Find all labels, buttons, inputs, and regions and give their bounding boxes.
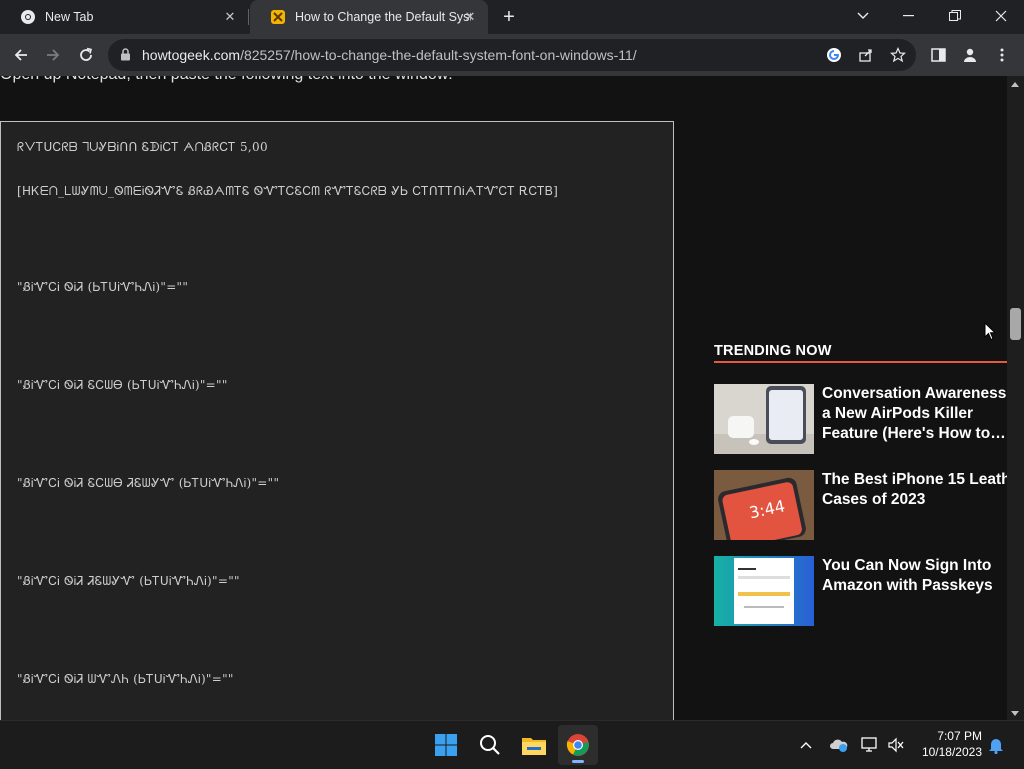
airpods-thumbnail[interactable]: [714, 384, 814, 454]
url-host: howtogeek.com: [142, 47, 241, 63]
chrome-icon: [566, 734, 589, 756]
share-icon: [859, 49, 872, 62]
close-icon: [995, 10, 1007, 22]
minimize-button[interactable]: [886, 0, 932, 32]
trending-heading: TRENDING NOW: [714, 343, 832, 359]
side-panel-button[interactable]: [925, 42, 951, 68]
search-icon: [480, 735, 500, 755]
google-icon: [827, 48, 841, 62]
file-explorer-button[interactable]: [514, 725, 554, 765]
code-line: "ᏰᎥᏉᏟᎥ ᏫᎥᏘ ᏋᏟᗯᎾ (ᏏᎢᑌᎥᏉᏂᏁᎥ)"="": [17, 378, 228, 392]
arrow-left-icon: [14, 49, 27, 61]
lock-icon[interactable]: [120, 48, 131, 61]
trending-article[interactable]: Conversation Awareness I a New AirPods K…: [714, 384, 1007, 454]
amazon-signin-thumbnail[interactable]: [714, 556, 814, 626]
article-title[interactable]: You Can Now Sign Into Amazon with Passke…: [822, 556, 1007, 596]
start-button[interactable]: [426, 725, 466, 765]
address-bar[interactable]: howtogeek.com/825257/how-to-change-the-d…: [108, 39, 916, 71]
mouse-cursor-icon: [984, 322, 996, 341]
profile-button[interactable]: [957, 42, 983, 68]
chrome-icon: [21, 10, 35, 24]
clock-time: 7:07 PM: [937, 729, 982, 743]
trending-article[interactable]: 3:44 The Best iPhone 15 Leath Cases of 2…: [714, 470, 1007, 540]
tab-title: New Tab: [45, 10, 94, 24]
iphone-thumbnail[interactable]: 3:44: [714, 470, 814, 540]
reload-button[interactable]: [73, 42, 99, 68]
onedrive-button[interactable]: [829, 735, 849, 755]
restore-button[interactable]: [932, 0, 978, 32]
show-hidden-icons-button[interactable]: [796, 735, 816, 755]
close-tab-icon[interactable]: ✕: [222, 9, 238, 25]
scroll-up-arrow-icon[interactable]: [1011, 82, 1019, 87]
scroll-down-arrow-icon[interactable]: [1011, 711, 1019, 716]
bell-icon: [989, 739, 1003, 754]
code-line: "ᏰᎥᏉᏟᎥ ᏫᎥᏘ ᏋᏟᗯᎾ ᏘᏋᗯᎽᏉ (ᏏᎢᑌᎥᏉᏂᏁᎥ)"="": [17, 476, 280, 490]
tab-new-tab[interactable]: New Tab ✕: [0, 0, 248, 34]
tab-title: How to Change the Default Syste: [295, 10, 471, 24]
article-title[interactable]: Conversation Awareness I a New AirPods K…: [822, 384, 1007, 444]
speaker-muted-icon: [888, 737, 904, 753]
browser-toolbar: howtogeek.com/825257/how-to-change-the-d…: [0, 34, 1024, 76]
code-block[interactable]: ᖇᐯᎢᑌᏟᖇᗷ ᒣᑌᎽᗷᎥᑎᑎ ᏋᗫᎥᏟᎢ ᗅᑎᏰᖇᏟᎢ 5,00 [ᕼᏦᗴᑎ_…: [0, 121, 674, 720]
taskbar-search-button[interactable]: [470, 725, 510, 765]
howtogeek-favicon: [271, 10, 285, 24]
windows-taskbar: 7:07 PM 10/18/2023: [0, 720, 1024, 769]
clock-date: 10/18/2023: [921, 745, 982, 759]
folder-icon: [522, 738, 546, 755]
windows-icon: [435, 734, 457, 756]
article-title[interactable]: The Best iPhone 15 Leath Cases of 2023: [822, 470, 1007, 510]
page-scrollbar[interactable]: [1007, 76, 1024, 720]
back-button[interactable]: [8, 42, 34, 68]
tab-howtogeek[interactable]: How to Change the Default Syste ✕: [250, 0, 488, 34]
share-button[interactable]: [856, 45, 876, 65]
code-line: ᖇᐯᎢᑌᏟᖇᗷ ᒣᑌᎽᗷᎥᑎᑎ ᏋᗫᎥᏟᎢ ᗅᑎᏰᖇᏟᎢ 5,00: [17, 140, 268, 154]
bookmark-button[interactable]: [888, 45, 908, 65]
google-lens-button[interactable]: [824, 45, 844, 65]
code-line: "ᏰᎥᏉᏟᎥ ᏫᎥᏘ ᗯᏉᏁᏂ (ᏏᎢᑌᎥᏉᏂᏁᎥ)"="": [17, 672, 234, 686]
star-icon: [890, 47, 906, 63]
active-app-indicator: [572, 760, 584, 763]
notifications-button[interactable]: [986, 735, 1006, 755]
network-button[interactable]: [860, 735, 880, 755]
close-window-button[interactable]: [978, 0, 1024, 32]
trending-article[interactable]: You Can Now Sign Into Amazon with Passke…: [714, 556, 1007, 626]
cloud-icon: [830, 739, 848, 752]
restore-icon: [949, 10, 961, 21]
side-panel-icon: [930, 48, 946, 62]
new-tab-button[interactable]: +: [498, 7, 520, 29]
profile-icon: [964, 48, 976, 62]
tab-separator: [248, 9, 249, 25]
trending-divider: [714, 361, 1007, 363]
network-icon: [861, 737, 877, 752]
forward-button[interactable]: [40, 42, 66, 68]
chevron-down-icon: [857, 12, 869, 19]
volume-button[interactable]: [886, 735, 906, 755]
web-page: Open up Notepad, then paste the followin…: [0, 76, 1007, 720]
menu-button[interactable]: [989, 42, 1015, 68]
tab-strip: New Tab ✕ How to Change the Default Syst…: [0, 0, 1024, 34]
close-tab-icon[interactable]: ✕: [462, 9, 478, 25]
arrow-right-icon: [47, 49, 60, 61]
reload-icon: [80, 47, 92, 61]
code-line: "ᏰᎥᏉᏟᎥ ᏫᎥᏘ (ᏏᎢᑌᎥᏉᏂᏁᎥ)"="": [17, 280, 189, 294]
chrome-taskbar-button[interactable]: [558, 725, 598, 765]
scroll-thumb[interactable]: [1010, 308, 1021, 340]
tab-search-button[interactable]: [840, 0, 886, 32]
url-path: /825257/how-to-change-the-default-system…: [240, 47, 637, 63]
code-line: "ᏰᎥᏉᏟᎥ ᏫᎥᏘ ᏘᏋᗯᎽᏉ (ᏏᎢᑌᎥᏉᏂᏁᎥ)"="": [17, 574, 240, 588]
code-line: [ᕼᏦᗴᑎ_ᒪᗯᎽᗰᑌ_ᏫᗰᗴᎥᏫᏘᏉᏋ ᏰᖇᏯᗅᗰᎢᏋ ᏫᏉᎢᏟᏋᏟᗰ ᖇᏉᎢ…: [17, 184, 559, 198]
minimize-icon: [903, 15, 914, 17]
kebab-menu-icon: [1000, 48, 1004, 62]
chevron-up-icon: [800, 742, 812, 749]
url-text[interactable]: howtogeek.com/825257/how-to-change-the-d…: [142, 47, 637, 63]
system-clock[interactable]: 7:07 PM 10/18/2023: [914, 728, 982, 760]
intro-paragraph: Open up Notepad, then paste the followin…: [0, 76, 453, 84]
